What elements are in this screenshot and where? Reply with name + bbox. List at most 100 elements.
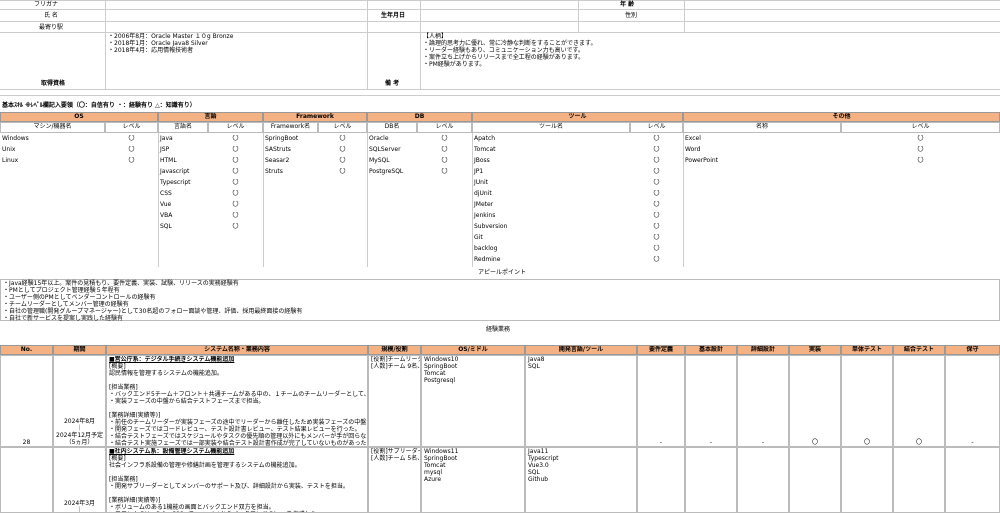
skill-level-cell: 〇 <box>232 135 239 142</box>
skill-name-cell: SpringBoot <box>265 135 299 142</box>
skill-level-cell: 〇 <box>232 223 239 230</box>
history-phase-cell: 〇 <box>789 355 841 447</box>
skill-name-column-header: マシン/機器名 <box>0 122 105 133</box>
skill-level-cell: 〇 <box>339 157 346 164</box>
skill-name-cell <box>0 223 105 234</box>
skill-level-cell: 〇 <box>232 168 239 175</box>
history-phase-cell <box>789 447 841 513</box>
skill-level-cell: 〇 <box>917 157 924 164</box>
skill-level-cell <box>105 212 158 223</box>
qualifications-label: 取得資格 <box>41 80 66 87</box>
notes-text: 【人柄】 ・論理的思考力に優れ、常に冷静な判断をすることができます。 ・リーダー… <box>423 33 597 68</box>
skill-level-cell <box>417 234 472 245</box>
skill-level-cell: 〇 <box>441 135 448 142</box>
skill-level-cell: 〇 <box>232 146 239 153</box>
history-period-cell: 2024年8月 ｜ 2024年12月予定 （5ヵ月） <box>53 355 106 447</box>
skill-name-cell: JP1 <box>474 168 484 175</box>
skill-level-cell: 〇 <box>653 168 660 175</box>
skill-level-cell: 〇 <box>339 135 346 142</box>
skill-level-cell <box>105 190 158 201</box>
skill-level-cell <box>417 245 472 256</box>
skill-level-column-header: レベル <box>630 122 683 133</box>
skill-level-cell: 〇 <box>232 157 239 164</box>
skill-level-cell: 〇 <box>653 190 660 197</box>
history-lang-cell: Java8 SQL <box>525 355 637 447</box>
skill-group-header: OS <box>0 112 158 122</box>
notes-label: 備 考 <box>385 80 400 87</box>
skill-level-cell <box>208 245 263 256</box>
skill-level-cell: 〇 <box>232 201 239 208</box>
skill-level-cell: 〇 <box>339 146 346 153</box>
appeal-title: アピールポイント <box>478 269 527 276</box>
skill-name-cell <box>0 190 105 201</box>
skill-name-cell <box>367 223 417 234</box>
history-column-header: 結合テスト <box>893 345 945 355</box>
history-scale-cell: [役割]チームリーダー [人数]チーム 9名、全 <box>368 355 421 447</box>
skill-name-column-header: DB名 <box>367 122 417 133</box>
skill-level-cell: 〇 <box>232 212 239 219</box>
skill-level-cell: 〇 <box>653 223 660 230</box>
history-lang-cell: Java11 Typescript Vue3.0 SQL Github <box>525 447 637 513</box>
skill-name-cell <box>683 223 841 234</box>
skill-level-cell <box>417 179 472 190</box>
history-phase-cell <box>945 447 1000 513</box>
history-period-cell: 2024年3月 ｜ <box>53 447 106 513</box>
skill-name-cell: Unix <box>2 146 16 153</box>
skill-level-cell <box>105 256 158 267</box>
skill-level-cell <box>208 234 263 245</box>
skill-name-cell <box>683 168 841 179</box>
history-column-header: 基本設計 <box>685 345 737 355</box>
skill-level-cell <box>105 245 158 256</box>
skill-level-cell <box>417 256 472 267</box>
history-column-header: システム名称・業務内容 <box>106 345 368 355</box>
skill-level-cell: 〇 <box>232 190 239 197</box>
skill-name-cell: JSP <box>160 146 170 153</box>
skill-level-cell <box>318 179 367 190</box>
skill-name-cell <box>0 234 105 245</box>
skill-level-column-header: レベル <box>105 122 158 133</box>
skill-name-cell <box>263 190 318 201</box>
skill-level-cell: 〇 <box>653 256 660 263</box>
skill-level-cell: 〇 <box>128 157 135 164</box>
skill-name-cell: Excel <box>685 135 701 142</box>
skill-level-cell <box>318 234 367 245</box>
history-phase-cell <box>685 447 737 513</box>
skill-name-cell: HTML <box>160 157 177 164</box>
skill-name-cell <box>158 256 208 267</box>
skill-name-cell: Linux <box>2 157 19 164</box>
history-phase-cell: - <box>637 355 685 447</box>
skill-level-cell <box>105 234 158 245</box>
skill-name-cell <box>683 256 841 267</box>
skill-level-cell: 〇 <box>128 146 135 153</box>
age-label: 年 齢 <box>620 1 635 8</box>
skill-name-cell: Javascript <box>160 168 190 175</box>
skill-name-cell: Git <box>474 234 483 241</box>
history-content-body: [概要] 認民情報を管理するシステムの機能追加。 [担当業務] ・バックエンド5… <box>109 363 368 447</box>
history-column-header: No. <box>0 345 53 355</box>
history-phase-cell <box>737 447 789 513</box>
skill-level-cell: 〇 <box>917 146 924 153</box>
skill-name-cell: Typescript <box>160 179 191 186</box>
history-no-cell: 28 <box>0 355 53 447</box>
history-phase-cell <box>893 447 945 513</box>
skill-name-cell <box>367 234 417 245</box>
skill-name-cell: PowerPoint <box>685 157 719 164</box>
history-column-header: 要件定義 <box>637 345 685 355</box>
name-label: 氏 名 <box>44 12 58 19</box>
history-phase-cell: 〇 <box>893 355 945 447</box>
skill-level-column-header: レベル <box>208 122 263 133</box>
skill-name-column-header: ツール名 <box>472 122 630 133</box>
skill-level-cell: 〇 <box>441 146 448 153</box>
history-content-title: ■営公庁系：デジタル手続きシステム機能追加 <box>109 356 235 363</box>
history-column-header: 保守 <box>945 345 1000 355</box>
history-content-body: [概要] 社会インフラ系設備の管理や修繕計画を管理するシステムの機能追加。 [担… <box>109 455 349 512</box>
appeal-text: ・Java経験15年以上。案件の見積もり、要件定義、実装、試験、リリースの実務経… <box>3 280 303 322</box>
birthdate-label: 生年月日 <box>381 12 406 19</box>
skill-level-cell <box>841 234 1000 245</box>
skill-name-cell <box>263 179 318 190</box>
skill-name-column-header: 名称 <box>683 122 841 133</box>
skill-level-cell <box>841 223 1000 234</box>
skill-name-cell: Jenkins <box>474 212 496 219</box>
skill-name-cell: JBoss <box>474 157 490 164</box>
skill-level-cell: 〇 <box>653 135 660 142</box>
